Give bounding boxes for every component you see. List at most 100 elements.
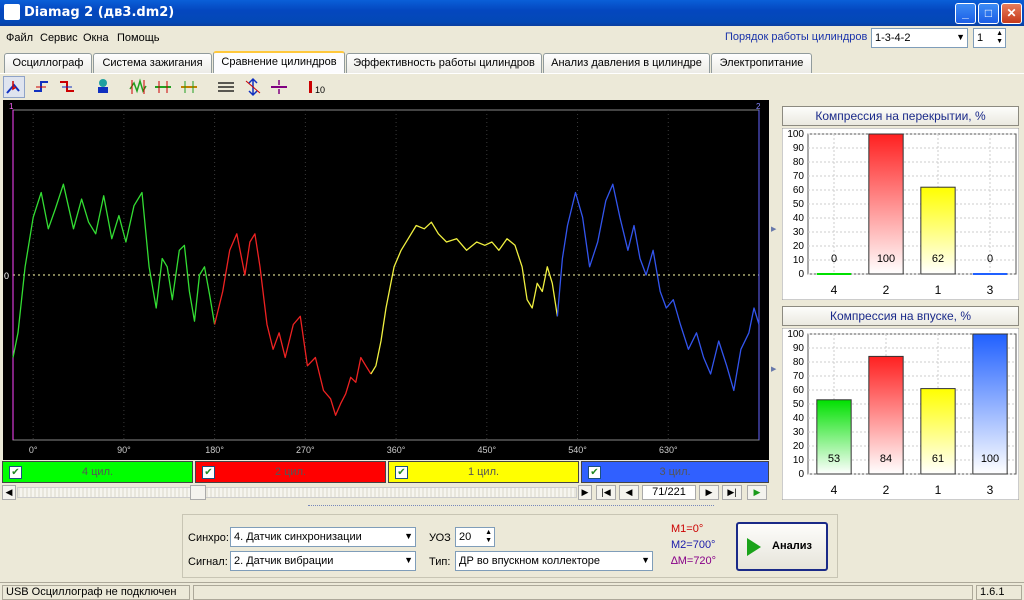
y-tick-label: 20 bbox=[793, 441, 805, 452]
tab-cylinder-pressure[interactable]: Анализ давления в цилиндре bbox=[543, 53, 710, 73]
channel-4[interactable]: ✔ 4 цил. bbox=[2, 461, 193, 483]
y-tick-label: 90 bbox=[793, 143, 805, 154]
tab-oscilloscope[interactable]: Осциллограф bbox=[4, 53, 92, 73]
channel-strip: ✔ 4 цил. ✔ 2 цил. ✔ 1 цил. ✔ 3 цил. bbox=[2, 461, 770, 483]
fall-edge-icon[interactable] bbox=[56, 76, 78, 98]
bar-value-label: 62 bbox=[932, 253, 944, 265]
analyze-label: Анализ bbox=[772, 540, 812, 552]
bar-value-label: 0 bbox=[831, 253, 837, 265]
y-tick-label: 20 bbox=[793, 241, 805, 252]
y-tick-label: 90 bbox=[793, 343, 805, 354]
channel-3[interactable]: ✔ 3 цил. bbox=[581, 461, 769, 483]
intake-compression-title: Компрессия на впуске, % bbox=[782, 306, 1019, 326]
bar-value-label: 61 bbox=[932, 453, 944, 465]
splitter-handle[interactable] bbox=[308, 505, 714, 511]
scroll-left-button[interactable]: ◀ bbox=[2, 485, 16, 500]
vscale-icon[interactable] bbox=[242, 76, 264, 98]
channel-1[interactable]: ✔ 1 цил. bbox=[388, 461, 579, 483]
channel-4-checkbox[interactable]: ✔ bbox=[9, 466, 22, 479]
cyl-split-icon[interactable] bbox=[127, 76, 149, 98]
hlines-icon[interactable] bbox=[215, 76, 237, 98]
play-icon[interactable]: ▶ bbox=[747, 485, 767, 500]
title-bar: Diamag 2 (дв3.dm2) _ □ ✕ bbox=[0, 0, 1024, 26]
channel-2-checkbox[interactable]: ✔ bbox=[202, 466, 215, 479]
type-select[interactable]: ДР во впускном коллекторе ▼ bbox=[455, 551, 653, 571]
channel-4-label: 4 цил. bbox=[81, 466, 114, 478]
x-tick-label: 90° bbox=[117, 445, 131, 455]
marker-m1: M1=0° bbox=[671, 523, 704, 535]
cylinder-order-select[interactable]: 1-3-4-2 ▼ bbox=[871, 28, 968, 48]
maximize-button[interactable]: □ bbox=[978, 3, 999, 24]
y-tick-label: 60 bbox=[793, 185, 805, 196]
panel-splitter[interactable]: ▶ ▶ bbox=[770, 220, 778, 380]
signal-select[interactable]: 2. Датчик вибрации ▼ bbox=[230, 551, 416, 571]
prev-page-icon[interactable]: ◀ bbox=[619, 485, 639, 500]
horizontal-scrollbar[interactable] bbox=[17, 487, 577, 498]
tab-ignition[interactable]: Система зажигания bbox=[93, 53, 212, 73]
cyl-shift-icon[interactable] bbox=[152, 76, 174, 98]
x-category-label: 2 bbox=[883, 483, 890, 497]
overlap-compression-chart: 100908070605040302010004100262103 bbox=[782, 128, 1019, 300]
menu-help[interactable]: Помощь bbox=[117, 32, 160, 44]
toolbar: 10 bbox=[0, 73, 1024, 100]
zero-line-icon[interactable] bbox=[268, 76, 290, 98]
status-connection: USB Осциллограф не подключен bbox=[2, 585, 190, 600]
status-middle bbox=[193, 585, 973, 600]
bar-value-label: 84 bbox=[880, 453, 892, 465]
rise-edge-icon[interactable] bbox=[30, 76, 52, 98]
cylinder-number-select[interactable]: 1 ▲ ▼ bbox=[973, 28, 1006, 48]
marker-2-label: 2 bbox=[756, 102, 761, 111]
y-tick-label: 50 bbox=[793, 399, 805, 410]
minimize-button[interactable]: _ bbox=[955, 3, 976, 24]
cyl-merge-icon[interactable] bbox=[178, 76, 200, 98]
sync-value: 4. Датчик синхронизации bbox=[234, 531, 362, 543]
uoz-spinner[interactable]: 20 ▲ ▼ bbox=[455, 527, 495, 547]
x-tick-label: 540° bbox=[568, 445, 587, 455]
cursor-tool-icon[interactable] bbox=[3, 76, 25, 98]
bar-value-label: 53 bbox=[828, 453, 840, 465]
page-counter: 71/221 bbox=[642, 485, 696, 500]
menu-windows[interactable]: Окна bbox=[83, 32, 109, 44]
analyze-button[interactable]: Анализ bbox=[736, 522, 828, 571]
chevron-down-icon: ▼ bbox=[956, 32, 965, 42]
status-version: 1.6.1 bbox=[976, 585, 1022, 600]
menu-file[interactable]: Файл bbox=[6, 32, 33, 44]
zero-label: 0 bbox=[4, 271, 9, 281]
probe-icon[interactable] bbox=[92, 76, 114, 98]
series-line-2 bbox=[213, 233, 372, 416]
signal-value: 2. Датчик вибрации bbox=[234, 555, 334, 567]
channel-3-checkbox[interactable]: ✔ bbox=[588, 466, 601, 479]
scroll-thumb[interactable] bbox=[190, 485, 206, 500]
next-page-icon[interactable]: ▶ bbox=[699, 485, 719, 500]
marker-1-label: 1 bbox=[9, 102, 14, 111]
oscilloscope-plot[interactable]: 0° 90° 180° 270° 360° 450° 540° 630° 0 1 2 bbox=[3, 100, 769, 460]
overlap-compression-title: Компрессия на перекрытии, % bbox=[782, 106, 1019, 126]
y-tick-label: 40 bbox=[793, 213, 805, 224]
x-category-label: 3 bbox=[987, 483, 994, 497]
y-tick-label: 0 bbox=[798, 269, 804, 280]
close-button[interactable]: ✕ bbox=[1001, 3, 1022, 24]
uoz-label: УОЗ bbox=[429, 532, 451, 544]
chevron-down-icon: ▼ bbox=[404, 555, 413, 565]
channel-2-label: 2 цил. bbox=[274, 466, 307, 478]
channel-1-checkbox[interactable]: ✔ bbox=[395, 466, 408, 479]
first-page-icon[interactable]: |◀ bbox=[596, 485, 616, 500]
menu-service[interactable]: Сервис bbox=[40, 32, 78, 44]
x-tick-label: 630° bbox=[659, 445, 678, 455]
scroll-right-button[interactable]: ▶ bbox=[578, 485, 592, 500]
svg-text:10: 10 bbox=[315, 85, 325, 95]
x-category-label: 3 bbox=[987, 283, 994, 297]
x-tick-label: 270° bbox=[296, 445, 315, 455]
tab-power-supply[interactable]: Электропитание bbox=[711, 53, 812, 73]
x-tick-label: 450° bbox=[477, 445, 496, 455]
app-icon bbox=[4, 4, 20, 20]
bar-chart-icon[interactable]: 10 bbox=[305, 76, 327, 98]
channel-2[interactable]: ✔ 2 цил. bbox=[195, 461, 386, 483]
tab-cylinder-efficiency[interactable]: Эффективность работы цилиндров bbox=[346, 53, 542, 73]
y-tick-label: 70 bbox=[793, 171, 805, 182]
last-page-icon[interactable]: ▶| bbox=[722, 485, 742, 500]
tab-cylinder-compare[interactable]: Сравнение цилиндров bbox=[213, 51, 345, 73]
sync-select[interactable]: 4. Датчик синхронизации ▼ bbox=[230, 527, 416, 547]
chevron-down-icon: ▼ bbox=[641, 555, 650, 565]
x-category-label: 2 bbox=[883, 283, 890, 297]
